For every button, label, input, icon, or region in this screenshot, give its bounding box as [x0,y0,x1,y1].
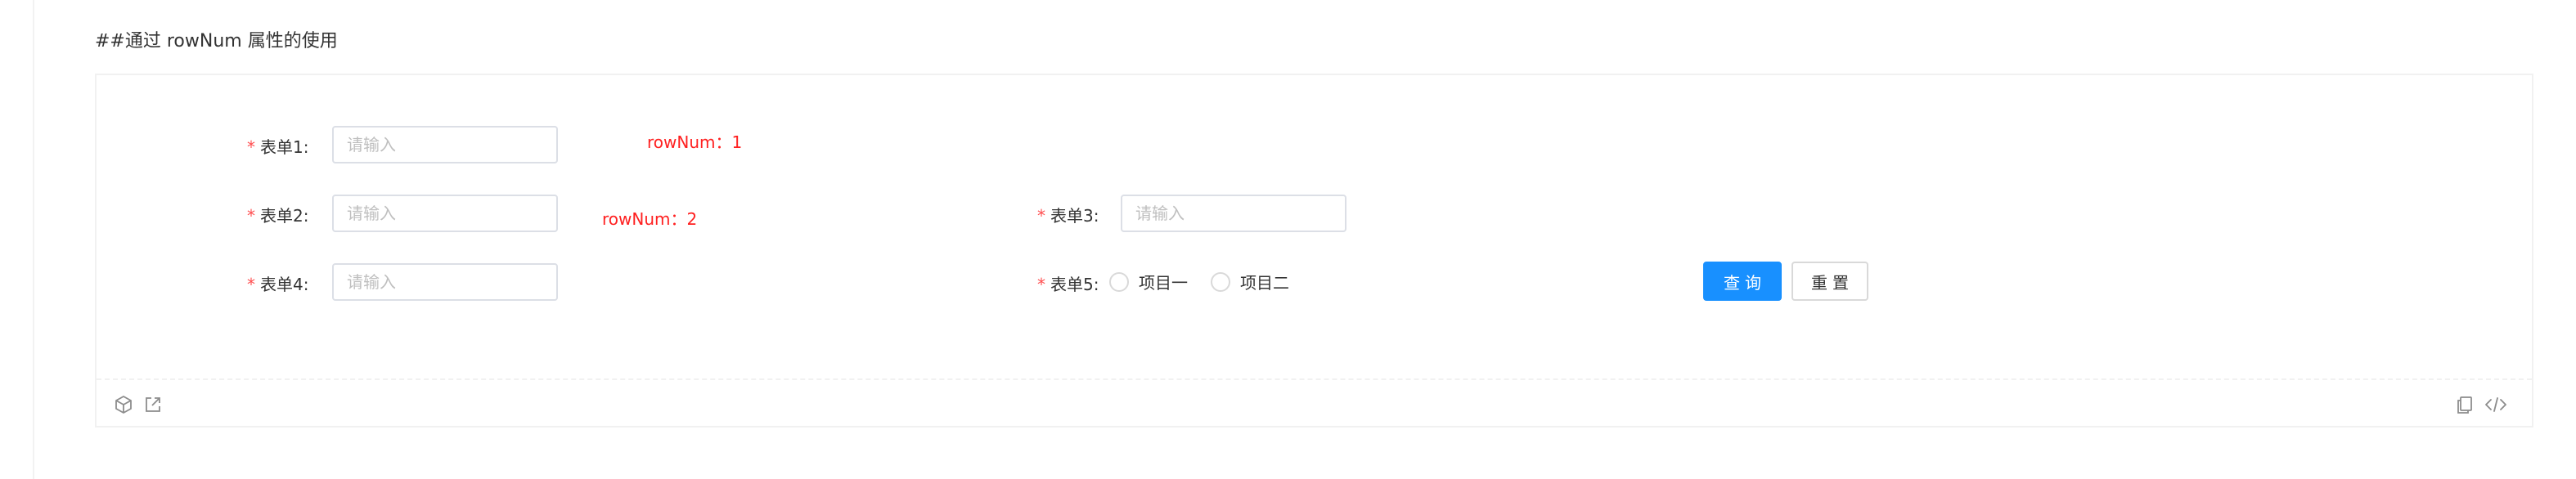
radio-option-2-label: 项目二 [1240,273,1289,293]
copy-icon[interactable] [2454,394,2475,415]
query-button[interactable]: 查询 [1703,262,1782,301]
field-2-label-text: 表单2: [260,206,309,226]
field-1-label-text: 表单1: [260,137,309,157]
required-mark: * [1037,206,1045,226]
required-mark: * [1037,275,1045,294]
required-mark: * [247,275,255,294]
code-toggle-icon[interactable] [2484,394,2508,415]
radio-option-2[interactable]: 项目二 [1211,270,1289,293]
radio-circle[interactable] [1109,271,1129,292]
required-mark: * [247,206,255,226]
left-rule [33,0,34,479]
field-1-input[interactable] [332,126,558,163]
field-1-label: * 表单1: [247,134,308,158]
reset-button[interactable]: 重置 [1792,262,1868,301]
field-2-input[interactable] [332,195,558,232]
field-4-label: * 表单4: [247,271,308,295]
rownum-note-2: rowNum：2 [602,209,698,229]
field-4-input[interactable] [332,263,558,301]
rownum-note-1: rowNum：1 [647,132,743,152]
footer-divider [97,378,2532,380]
required-mark: * [247,137,255,157]
field-5-label: * 表单5: [1037,271,1099,295]
codesandbox-icon[interactable] [113,394,134,415]
field-3-label: * 表单3: [1037,203,1099,226]
demo-box: *表单1: rowNum：1 *表单2: rowNum：2 *表单3: *表单4… [95,74,2533,428]
radio-option-1-label: 项目一 [1139,273,1188,293]
field-4-label-text: 表单4: [260,275,309,294]
field-3-input[interactable] [1121,195,1346,232]
radio-option-1[interactable]: 项目一 [1109,270,1188,293]
field-5-label-text: 表单5: [1050,275,1099,294]
open-external-icon[interactable] [142,394,164,415]
page-heading: ##通过 rowNum 属性的使用 [95,31,338,51]
radio-circle[interactable] [1211,271,1230,292]
field-2-label: * 表单2: [247,203,308,226]
field-3-label-text: 表单3: [1050,206,1099,226]
